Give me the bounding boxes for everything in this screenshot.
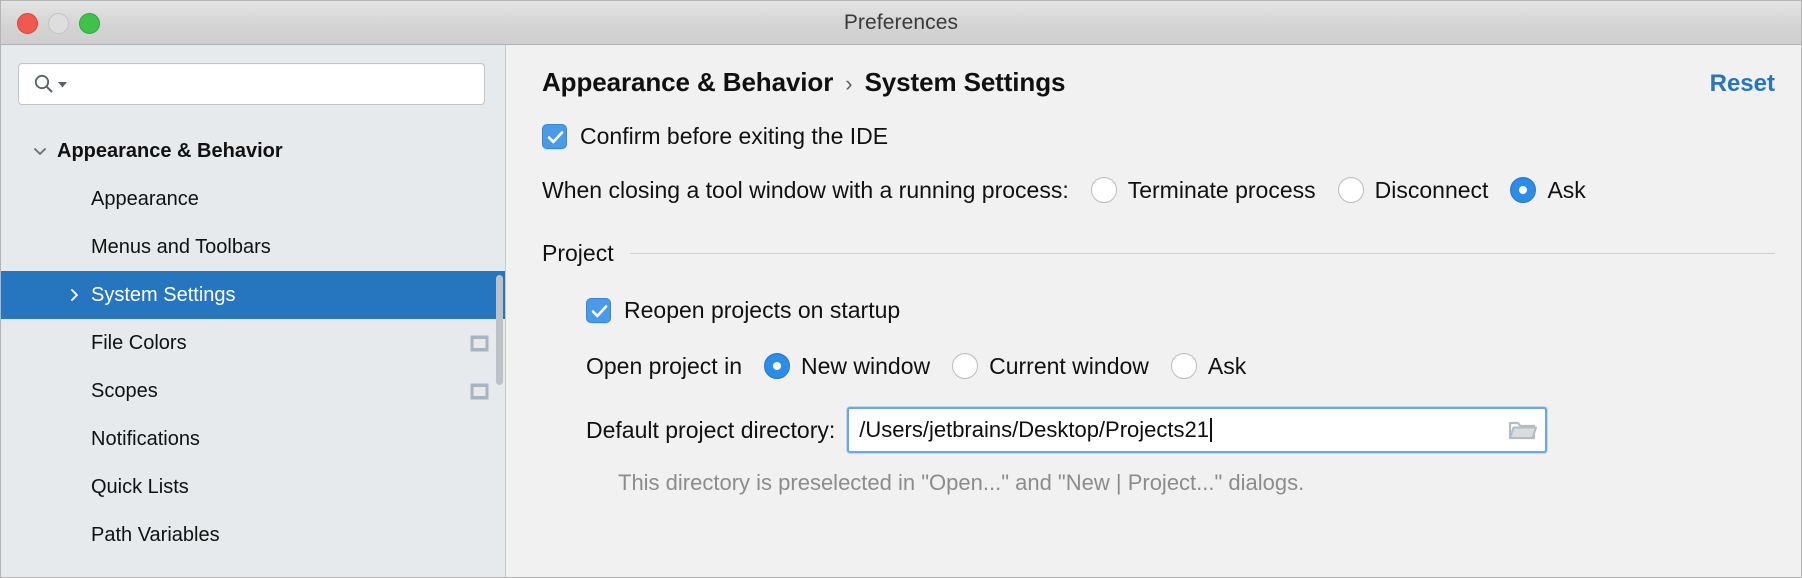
default-project-directory-hint-row: This directory is preselected in "Open..…: [542, 468, 1775, 498]
default-project-directory-hint: This directory is preselected in "Open..…: [618, 470, 1305, 495]
confirm-exit-row[interactable]: Confirm before exiting the IDE: [542, 116, 1775, 156]
radio-indicator[interactable]: [763, 353, 790, 379]
breadcrumb-current: System Settings: [864, 67, 1066, 97]
radio-new-window[interactable]: New window: [763, 352, 931, 380]
window-body: Appearance & Behavior Appearance Menus a…: [1, 45, 1801, 577]
radio-indicator[interactable]: [952, 353, 979, 379]
settings-rows: Confirm before exiting the IDE When clos…: [506, 116, 1801, 498]
search-icon[interactable]: [33, 73, 68, 95]
open-project-in-radio-group: New window Current window Ask: [763, 352, 1247, 380]
sidebar-item-file-colors[interactable]: File Colors: [1, 319, 505, 367]
radio-disconnect[interactable]: Disconnect: [1337, 176, 1489, 204]
radio-label: Disconnect: [1374, 176, 1489, 203]
sidebar-item-label: Appearance: [91, 187, 199, 210]
reopen-projects-label: Reopen projects on startup: [624, 296, 901, 323]
project-scope-icon: [470, 335, 489, 352]
directory-text: /Users/jetbrains/Desktop/Projects21: [859, 417, 1209, 442]
sidebar-item-menus-and-toolbars[interactable]: Menus and Toolbars: [1, 223, 505, 271]
project-scope-icon: [470, 383, 489, 400]
sidebar-item-path-variables[interactable]: Path Variables: [1, 511, 505, 559]
folder-icon[interactable]: [1507, 417, 1538, 443]
radio-label: Ask: [1207, 352, 1247, 379]
sidebar-item-notifications[interactable]: Notifications: [1, 415, 505, 463]
breadcrumb: Appearance & Behavior › System Settings …: [506, 45, 1801, 98]
text-caret: [1209, 418, 1212, 442]
default-project-directory-value[interactable]: /Users/jetbrains/Desktop/Projects21: [859, 417, 1499, 443]
sidebar-item-quick-lists[interactable]: Quick Lists: [1, 463, 505, 511]
confirm-exit-checkbox[interactable]: [542, 123, 567, 149]
closing-tool-window-label: When closing a tool window with a runnin…: [542, 176, 1069, 203]
sidebar-item-label: Notifications: [91, 427, 200, 450]
radio-ask-open-project[interactable]: Ask: [1170, 352, 1247, 380]
reopen-projects-row[interactable]: Reopen projects on startup: [542, 290, 1775, 330]
sidebar-item-appearance-and-behavior[interactable]: Appearance & Behavior: [1, 127, 505, 175]
window-title: Preferences: [843, 10, 959, 34]
check-icon: [547, 130, 564, 143]
open-project-in-label: Open project in: [586, 352, 742, 379]
breadcrumb-parent[interactable]: Appearance & Behavior: [542, 67, 833, 98]
radio-label: Ask: [1547, 176, 1586, 203]
default-project-directory-row: Default project directory: /Users/jetbra…: [542, 406, 1775, 454]
title-bar: Preferences: [1, 1, 1801, 45]
radio-label: Terminate process: [1127, 176, 1316, 203]
project-section-title: Project: [542, 239, 614, 266]
sidebar-item-label: File Colors: [91, 331, 187, 354]
chevron-down-icon: [58, 81, 67, 87]
breadcrumb-separator-icon: ›: [845, 71, 853, 96]
sidebar-item-scopes[interactable]: Scopes: [1, 367, 505, 415]
default-project-directory-field[interactable]: /Users/jetbrains/Desktop/Projects21: [847, 407, 1548, 453]
closing-tool-window-row: When closing a tool window with a runnin…: [542, 170, 1775, 210]
maximize-button-icon[interactable]: [79, 12, 100, 34]
radio-indicator[interactable]: [1090, 177, 1117, 203]
sidebar-item-label: Quick Lists: [91, 475, 189, 498]
sidebar-item-system-settings[interactable]: System Settings: [1, 271, 505, 319]
radio-label: Current window: [989, 352, 1149, 379]
radio-terminate-process[interactable]: Terminate process: [1090, 176, 1316, 204]
chevron-down-icon[interactable]: [23, 141, 57, 161]
closing-tool-window-radio-group: Terminate process Disconnect Ask: [1090, 176, 1586, 204]
open-project-in-row: Open project in New window Current windo…: [542, 346, 1775, 386]
radio-indicator[interactable]: [1510, 177, 1537, 203]
radio-indicator[interactable]: [1170, 353, 1197, 379]
project-section-header: Project: [542, 236, 1775, 270]
section-divider: [629, 252, 1775, 254]
radio-ask[interactable]: Ask: [1510, 176, 1586, 204]
preferences-window: Preferences Appearance & Behavior Appear…: [0, 0, 1802, 578]
minimize-button-icon[interactable]: [48, 12, 69, 34]
sidebar-item-label: Scopes: [91, 379, 158, 402]
radio-label: New window: [800, 352, 931, 379]
sidebar-scrollbar[interactable]: [496, 275, 503, 385]
radio-current-window[interactable]: Current window: [952, 353, 1149, 380]
sidebar-item-appearance[interactable]: Appearance: [1, 175, 505, 223]
close-button-icon[interactable]: [17, 12, 38, 34]
confirm-exit-label: Confirm before exiting the IDE: [580, 122, 889, 149]
chevron-right-icon[interactable]: [57, 285, 91, 305]
reset-link[interactable]: Reset: [1710, 70, 1775, 98]
sidebar-item-label: Path Variables: [91, 523, 220, 546]
default-project-directory-label: Default project directory:: [586, 416, 836, 443]
settings-tree: Appearance & Behavior Appearance Menus a…: [1, 113, 505, 559]
sidebar-item-label: Appearance & Behavior: [57, 139, 283, 162]
search-input[interactable]: [68, 74, 474, 94]
settings-sidebar: Appearance & Behavior Appearance Menus a…: [1, 45, 506, 577]
sidebar-item-label: Menus and Toolbars: [91, 235, 271, 258]
settings-main-panel: Appearance & Behavior › System Settings …: [506, 45, 1801, 577]
search-box[interactable]: [18, 63, 485, 105]
window-controls: [17, 1, 100, 45]
search-area: [1, 45, 505, 113]
radio-indicator[interactable]: [1337, 177, 1364, 203]
check-icon: [591, 304, 608, 317]
sidebar-item-label: System Settings: [91, 283, 236, 306]
reopen-projects-checkbox[interactable]: [586, 297, 611, 323]
